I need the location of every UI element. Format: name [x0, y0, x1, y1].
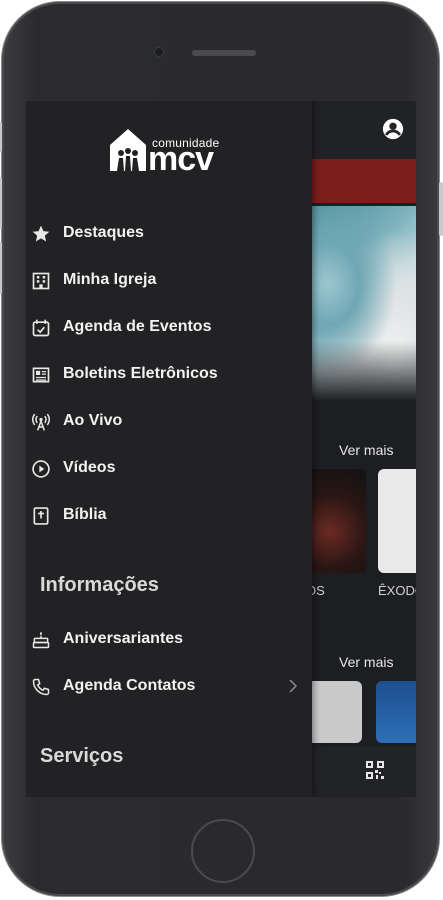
bottom-bar — [306, 747, 416, 797]
calendar-icon — [32, 319, 50, 337]
menu-item-label: Aniversariantes — [63, 630, 184, 647]
menu-item-videos[interactable]: Vídeos — [26, 449, 312, 489]
building-icon — [32, 272, 50, 290]
logo-house-icon — [110, 129, 146, 171]
bible-icon — [33, 507, 49, 525]
earpiece-speaker — [192, 50, 256, 56]
menu-item-label: Destaques — [63, 224, 144, 241]
menu-item-label: Agenda Contatos — [63, 677, 196, 694]
play-circle-icon — [32, 460, 50, 478]
qr-code-icon[interactable] — [366, 761, 384, 779]
volume-down-button — [0, 242, 2, 294]
chevron-right-icon — [289, 679, 298, 693]
see-more-link[interactable]: Ver mais — [339, 654, 393, 670]
volume-up-button — [0, 177, 2, 229]
logo-main-text: mcv — [148, 140, 214, 178]
broadcast-icon — [32, 413, 50, 431]
front-camera — [155, 48, 163, 56]
menu-item-boletins[interactable]: Boletins Eletrônicos — [26, 355, 312, 395]
thumbnail-title: ÊXODO — [378, 583, 416, 598]
newspaper-icon — [32, 367, 50, 383]
menu-item-label: Agenda de Eventos — [63, 318, 212, 335]
menu-item-agenda-contatos[interactable]: Agenda Contatos — [26, 667, 312, 707]
video-thumbnail[interactable] — [306, 681, 362, 743]
section-title-servicos: Serviços — [40, 745, 124, 767]
see-more-link[interactable]: Ver mais — [339, 442, 393, 458]
video-thumbnail[interactable] — [306, 469, 366, 573]
menu-item-label: Minha Igreja — [63, 271, 157, 288]
menu-item-destaques[interactable]: Destaques — [26, 214, 312, 254]
power-button — [439, 182, 443, 236]
navigation-drawer: comunidade mcv Destaques Minha Igreja Ag… — [26, 101, 312, 797]
video-thumbnail[interactable] — [376, 681, 416, 743]
menu-item-label: Bíblia — [63, 506, 107, 523]
menu-item-label: Vídeos — [63, 459, 116, 476]
featured-banner[interactable] — [306, 159, 416, 203]
app-screen: Ver mais OS ÊXODO Ver mais comunidade — [26, 101, 416, 797]
silent-switch — [0, 122, 2, 152]
hero-image[interactable] — [306, 206, 416, 401]
cake-icon — [32, 631, 50, 649]
menu-item-ao-vivo[interactable]: Ao Vivo — [26, 402, 312, 442]
menu-item-biblia[interactable]: Bíblia — [26, 496, 312, 536]
star-icon — [32, 225, 50, 242]
menu-item-agenda-eventos[interactable]: Agenda de Eventos — [26, 308, 312, 348]
account-icon[interactable] — [382, 118, 404, 140]
phone-icon — [32, 678, 50, 696]
app-logo: comunidade mcv — [108, 123, 228, 178]
menu-item-aniversariantes[interactable]: Aniversariantes — [26, 620, 312, 660]
menu-item-label: Boletins Eletrônicos — [63, 365, 218, 382]
video-thumbnail[interactable] — [378, 469, 416, 573]
menu-item-minha-igreja[interactable]: Minha Igreja — [26, 261, 312, 301]
menu-item-label: Ao Vivo — [63, 412, 123, 429]
home-button[interactable] — [191, 819, 255, 883]
section-title-informacoes: Informações — [40, 574, 159, 596]
